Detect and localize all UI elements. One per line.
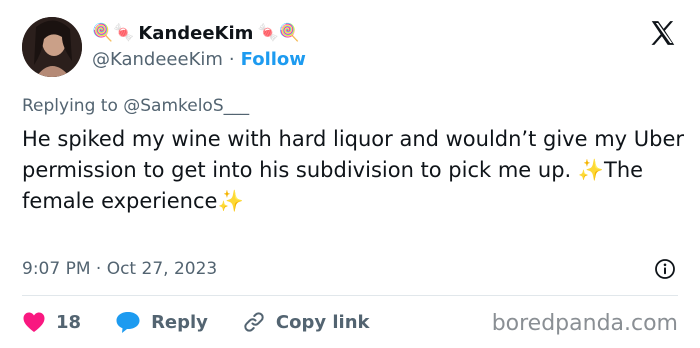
separator-dot: ·	[228, 49, 235, 70]
divider	[22, 295, 678, 296]
reply-button[interactable]: Reply	[115, 310, 208, 334]
reply-bubble-icon	[115, 310, 141, 334]
replying-to[interactable]: Replying to @SamkeloS___	[22, 96, 249, 116]
author-handle[interactable]: @KandeeeKim	[92, 49, 223, 70]
author-handle-row: @KandeeeKim · Follow	[92, 49, 306, 70]
author-name-row[interactable]: 🍭🍬 KandeeKim 🍬🍭	[92, 20, 300, 46]
reply-label: Reply	[151, 311, 208, 333]
tweet-text: He spiked my wine with hard liquor and w…	[22, 127, 685, 213]
like-button[interactable]: 18	[22, 311, 81, 333]
follow-button[interactable]: Follow	[241, 49, 306, 70]
copy-link-button[interactable]: Copy link	[242, 310, 370, 334]
author-display-name[interactable]: KandeeKim	[138, 23, 253, 44]
copy-link-label: Copy link	[275, 311, 370, 333]
info-icon[interactable]	[654, 258, 676, 280]
avatar-image	[22, 17, 82, 77]
link-icon	[242, 310, 266, 334]
avatar[interactable]	[22, 17, 82, 77]
heart-icon	[22, 311, 46, 333]
candy-emoji-prefix: 🍭🍬	[92, 22, 135, 43]
candy-emoji-suffix: 🍬🍭	[257, 22, 300, 43]
x-logo-icon[interactable]	[648, 18, 678, 48]
action-bar: 18 Reply Copy link	[22, 308, 404, 336]
like-count: 18	[56, 311, 82, 333]
tweet-timestamp[interactable]: 9:07 PM · Oct 27, 2023	[22, 259, 217, 279]
watermark: boredpanda.com	[491, 311, 678, 336]
